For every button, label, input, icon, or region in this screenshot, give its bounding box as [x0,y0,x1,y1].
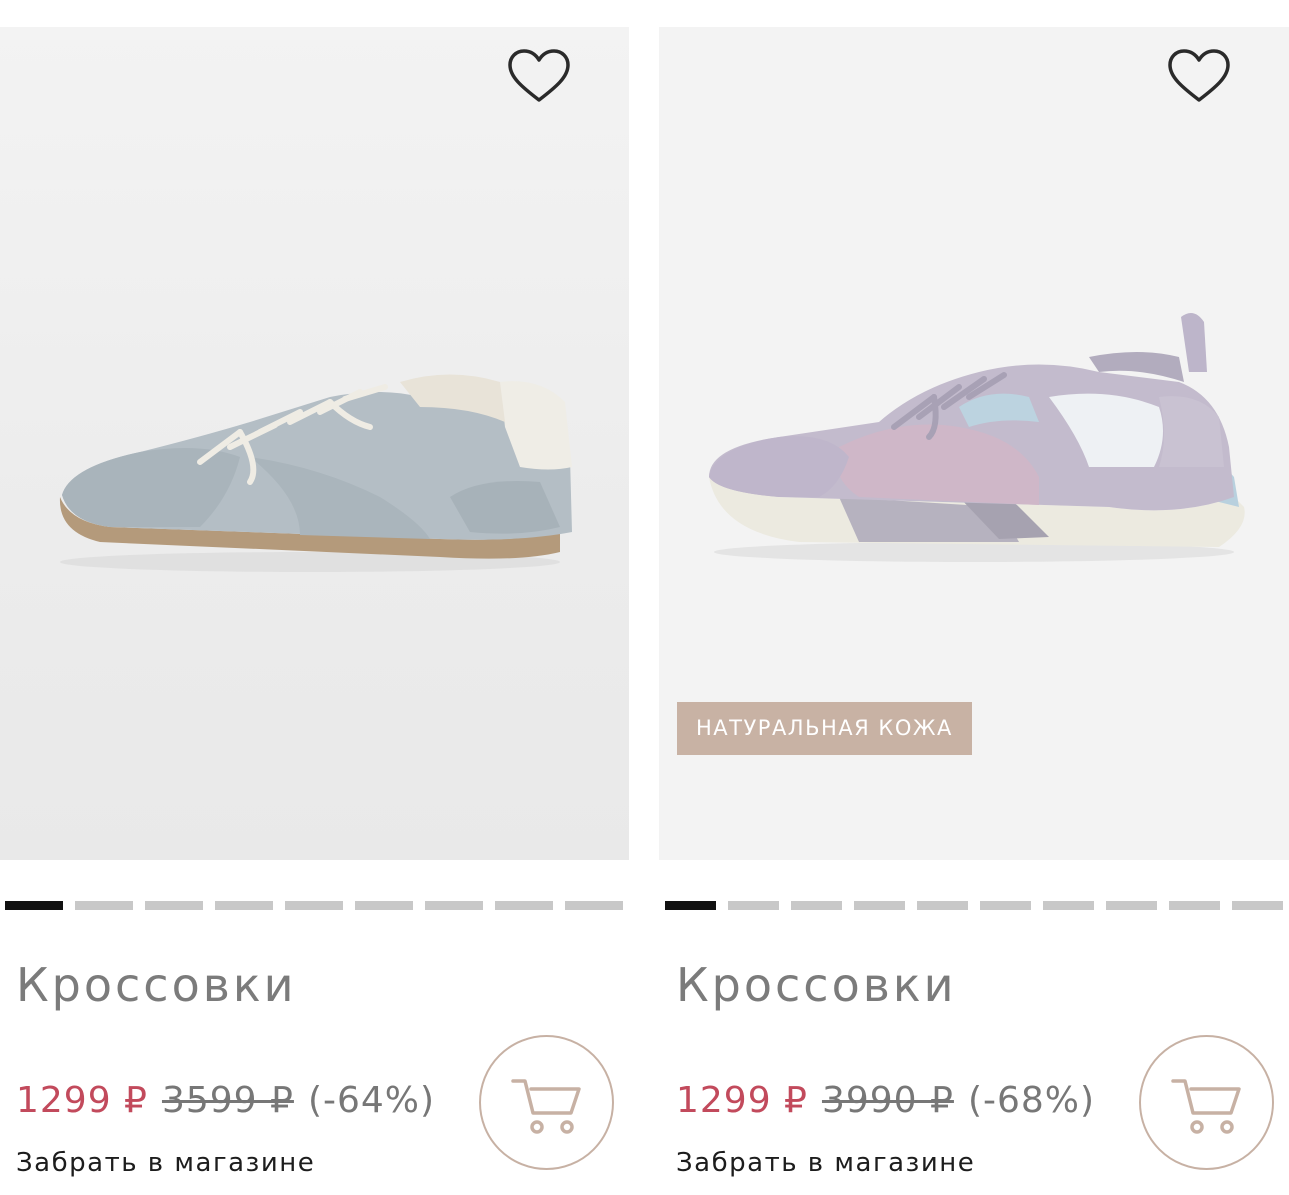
gallery-dot-active[interactable] [5,901,63,910]
gallery-pager [5,901,623,910]
product-photo[interactable] [0,27,629,860]
gallery-pager [665,901,1283,910]
gallery-dot[interactable] [854,901,905,910]
cart-icon [511,1079,581,1134]
gallery-dot[interactable] [215,901,273,910]
product-photo[interactable]: НАТУРАЛЬНАЯ КОЖА [659,27,1289,860]
gallery-dot[interactable] [1232,901,1283,910]
gallery-dot[interactable] [980,901,1031,910]
gallery-dot[interactable] [495,901,553,910]
gallery-dot[interactable] [355,901,413,910]
add-to-cart-button[interactable] [1139,1035,1274,1170]
gallery-dot-active[interactable] [665,901,716,910]
gallery-dot[interactable] [1106,901,1157,910]
gallery-dot[interactable] [917,901,968,910]
gallery-dot[interactable] [285,901,343,910]
product-card[interactable]: НАТУРАЛЬНАЯ КОЖА Кроссовки 1299 ₽ 3990 ₽ (… [659,0,1289,1195]
gallery-dot[interactable] [728,901,779,910]
price-old: 3599 ₽ [161,1080,294,1121]
gallery-dot[interactable] [1169,901,1220,910]
price-old: 3990 ₽ [821,1080,954,1121]
discount-percent: (-64%) [307,1080,436,1121]
pickup-in-store-text: Забрать в магазине [16,1148,316,1178]
price-current: 1299 ₽ [16,1080,148,1121]
gallery-dot[interactable] [1043,901,1094,910]
gallery-dot[interactable] [75,901,133,910]
gallery-dot[interactable] [145,901,203,910]
heart-outline-icon [508,49,570,102]
product-title[interactable]: Кроссовки [16,958,297,1012]
add-to-cart-button[interactable] [479,1035,614,1170]
pickup-in-store-text: Забрать в магазине [676,1148,976,1178]
cart-icon [1171,1079,1241,1134]
material-badge: НАТУРАЛЬНАЯ КОЖА [677,702,972,755]
discount-percent: (-68%) [967,1080,1096,1121]
gallery-dot[interactable] [791,901,842,910]
gallery-dot[interactable] [425,901,483,910]
product-card[interactable]: Кроссовки 1299 ₽ 3599 ₽ (-64%) Забрать в м… [0,0,629,1195]
product-grid: Кроссовки 1299 ₽ 3599 ₽ (-64%) Забрать в м… [0,0,1289,1195]
price-block: 1299 ₽ 3599 ₽ (-64%) [16,1080,435,1121]
favorite-button[interactable] [1166,47,1232,107]
shoe-image [59,374,572,572]
favorite-button[interactable] [506,47,572,107]
price-current: 1299 ₽ [676,1080,808,1121]
product-title[interactable]: Кроссовки [676,958,957,1012]
gallery-dot[interactable] [565,901,623,910]
heart-outline-icon [1168,49,1230,102]
price-block: 1299 ₽ 3990 ₽ (-68%) [676,1080,1095,1121]
